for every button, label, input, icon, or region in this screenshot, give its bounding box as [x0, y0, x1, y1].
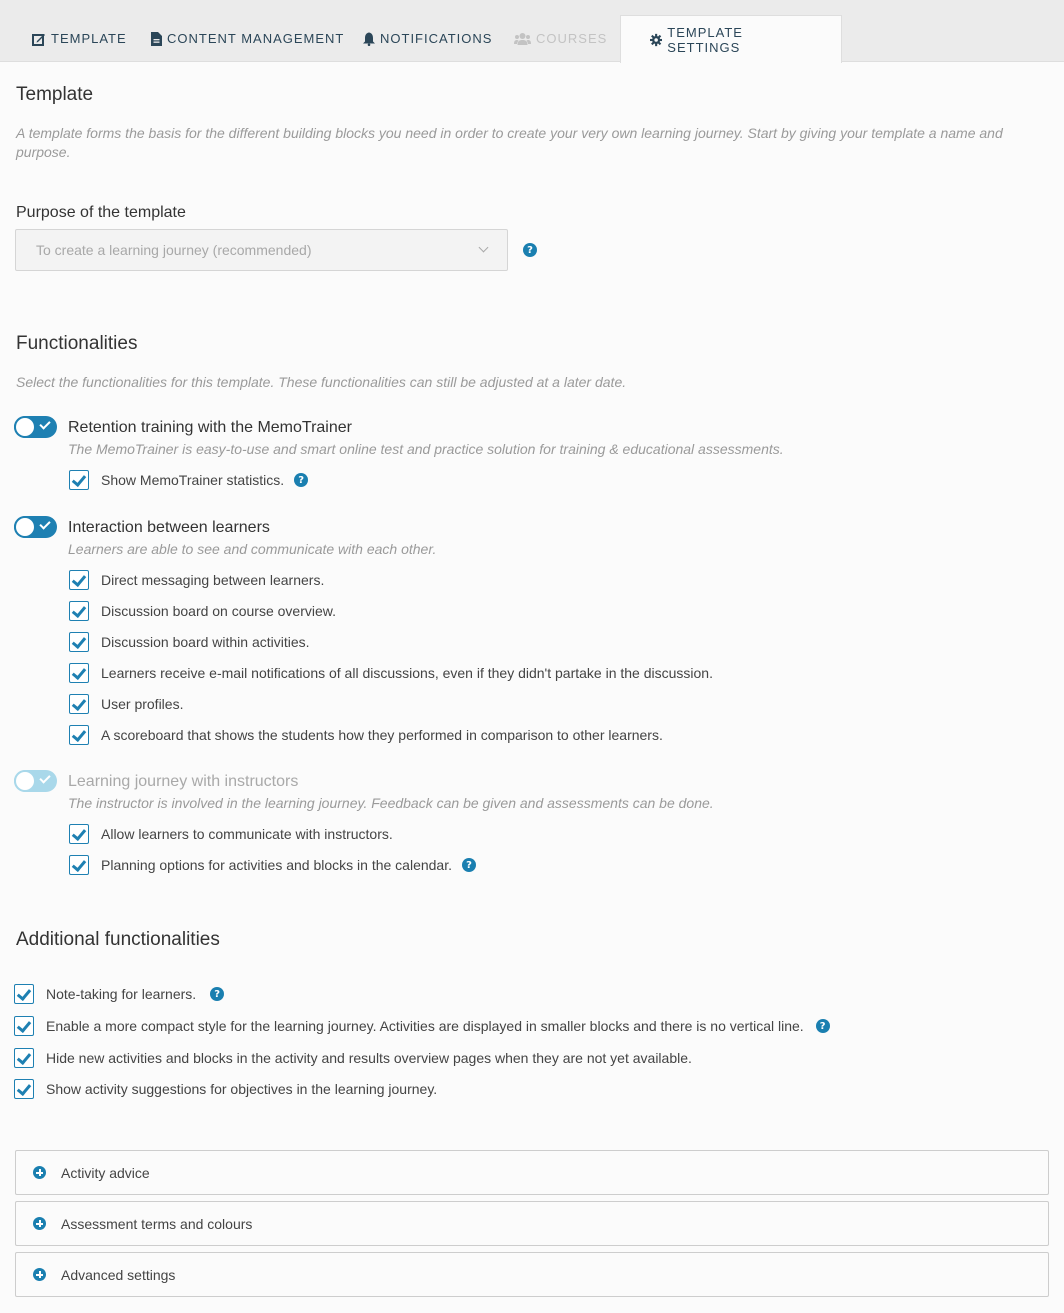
- functionalities-heading: Functionalities: [16, 333, 138, 354]
- checkbox-label: User profiles.: [101, 696, 184, 712]
- checkbox-row[interactable]: Direct messaging between learners.: [69, 570, 324, 590]
- functionalities-description: Select the functionalities for this temp…: [16, 374, 627, 390]
- chevron-down-icon: [478, 242, 489, 253]
- template-description: A template forms the basis for the diffe…: [16, 125, 1003, 160]
- help-icon[interactable]: ?: [294, 473, 309, 487]
- tab-notifications[interactable]: NOTIFICATIONS: [363, 15, 492, 62]
- checkbox-label: Enable a more compact style for the lear…: [46, 1018, 804, 1034]
- checkbox-row[interactable]: Show activity suggestions for objectives…: [14, 1079, 437, 1099]
- plus-circle-icon: [33, 1268, 46, 1281]
- accordion-advanced-settings[interactable]: Advanced settings: [15, 1252, 1049, 1297]
- purpose-select[interactable]: To create a learning journey (recommende…: [15, 229, 508, 271]
- checkbox-label: Note-taking for learners.: [46, 986, 197, 1002]
- checkbox-row[interactable]: Note-taking for learners. ?: [14, 984, 225, 1004]
- checkbox-label: Hide new activities and blocks in the ac…: [46, 1050, 692, 1066]
- checkbox[interactable]: [69, 470, 89, 490]
- help-icon[interactable]: ?: [523, 243, 537, 257]
- help-icon[interactable]: ?: [462, 858, 476, 872]
- checkbox[interactable]: [69, 855, 89, 875]
- purpose-label: Purpose of the template: [16, 204, 186, 221]
- checkbox-label: Show activity suggestions for objectives…: [46, 1081, 438, 1097]
- checkbox[interactable]: [69, 601, 89, 621]
- tab-label: COURSES: [536, 31, 608, 46]
- checkbox-row[interactable]: Show MemoTrainer statistics. ?: [69, 470, 309, 490]
- checkbox-row[interactable]: Allow learners to communicate with instr…: [69, 824, 393, 844]
- memotrainer-description: The MemoTrainer is easy-to-use and smart…: [68, 441, 784, 457]
- checkbox-row[interactable]: Discussion board within activities.: [69, 632, 310, 652]
- additional-heading: Additional functionalities: [16, 929, 220, 950]
- interaction-toggle[interactable]: [14, 516, 57, 538]
- purpose-select-value: To create a learning journey (recommende…: [36, 242, 312, 258]
- checkbox[interactable]: [69, 725, 89, 745]
- checkbox[interactable]: [69, 824, 89, 844]
- instructors-description: The instructor is involved in the learni…: [68, 795, 714, 811]
- users-icon: [514, 32, 531, 45]
- checkbox-label: Planning options for activities and bloc…: [101, 857, 452, 873]
- tab-label: NOTIFICATIONS: [380, 31, 493, 46]
- tab-courses: COURSES: [514, 15, 607, 62]
- check-icon: [39, 418, 51, 430]
- checkbox-label: Show MemoTrainer statistics.: [101, 472, 285, 488]
- checkbox-label: Discussion board within activities.: [101, 634, 310, 650]
- document-icon: [151, 31, 162, 46]
- accordion-label: Activity advice: [61, 1164, 150, 1181]
- checkbox[interactable]: [14, 1079, 34, 1099]
- accordion-label: Assessment terms and colours: [61, 1215, 253, 1232]
- accordion-label: Advanced settings: [61, 1266, 176, 1283]
- checkbox[interactable]: [69, 632, 89, 652]
- memotrainer-toggle[interactable]: [14, 416, 57, 438]
- gear-icon: [650, 33, 663, 46]
- checkbox-row[interactable]: Learners receive e-mail notifications of…: [69, 663, 713, 683]
- instructors-toggle: [14, 770, 57, 792]
- checkbox-row[interactable]: A scoreboard that shows the students how…: [69, 725, 663, 745]
- help-icon[interactable]: ?: [210, 987, 225, 1001]
- tab-template-settings[interactable]: TEMPLATE SETTINGS: [620, 15, 842, 63]
- checkbox[interactable]: [14, 1016, 34, 1036]
- checkbox-label: A scoreboard that shows the students how…: [101, 727, 663, 743]
- checkbox-label: Discussion board on course overview.: [101, 603, 337, 619]
- tab-template[interactable]: TEMPLATE: [32, 15, 127, 62]
- plus-circle-icon: [33, 1217, 46, 1230]
- interaction-description: Learners are able to see and communicate…: [68, 541, 437, 557]
- checkbox[interactable]: [69, 694, 89, 714]
- checkbox-label: Allow learners to communicate with instr…: [101, 826, 393, 842]
- tab-content-management[interactable]: CONTENT MANAGEMENT: [151, 15, 344, 62]
- edit-icon: [32, 33, 45, 46]
- check-icon: [39, 518, 51, 530]
- checkbox-label: Direct messaging between learners.: [101, 572, 325, 588]
- checkbox-label: Learners receive e-mail notifications of…: [101, 665, 713, 681]
- checkbox-row[interactable]: Discussion board on course overview.: [69, 601, 336, 621]
- template-heading: Template: [16, 84, 94, 105]
- help-icon[interactable]: ?: [815, 1019, 830, 1033]
- checkbox[interactable]: [69, 570, 89, 590]
- checkbox-row[interactable]: Enable a more compact style for the lear…: [14, 1016, 830, 1036]
- instructors-title: Learning journey with instructors: [68, 773, 299, 790]
- accordion-activity-advice[interactable]: Activity advice: [15, 1150, 1049, 1195]
- check-icon: [39, 772, 51, 784]
- tab-label: TEMPLATE: [51, 31, 127, 46]
- checkbox-row[interactable]: Planning options for activities and bloc…: [69, 855, 476, 875]
- checkbox[interactable]: [69, 663, 89, 683]
- bell-icon: [363, 32, 375, 46]
- checkbox-row[interactable]: User profiles.: [69, 694, 183, 714]
- checkbox[interactable]: [14, 984, 34, 1004]
- memotrainer-title: Retention training with the MemoTrainer: [68, 419, 352, 436]
- checkbox-row[interactable]: Hide new activities and blocks in the ac…: [14, 1048, 692, 1068]
- plus-circle-icon: [33, 1166, 46, 1179]
- tab-bar: TEMPLATE CONTENT MANAGEMENT NOTIFICATION…: [0, 0, 1064, 63]
- accordion-assessment-terms[interactable]: Assessment terms and colours: [15, 1201, 1049, 1246]
- tab-label: CONTENT MANAGEMENT: [167, 31, 345, 46]
- checkbox[interactable]: [14, 1048, 34, 1068]
- interaction-title: Interaction between learners: [68, 519, 270, 536]
- tab-label: TEMPLATE SETTINGS: [667, 24, 743, 55]
